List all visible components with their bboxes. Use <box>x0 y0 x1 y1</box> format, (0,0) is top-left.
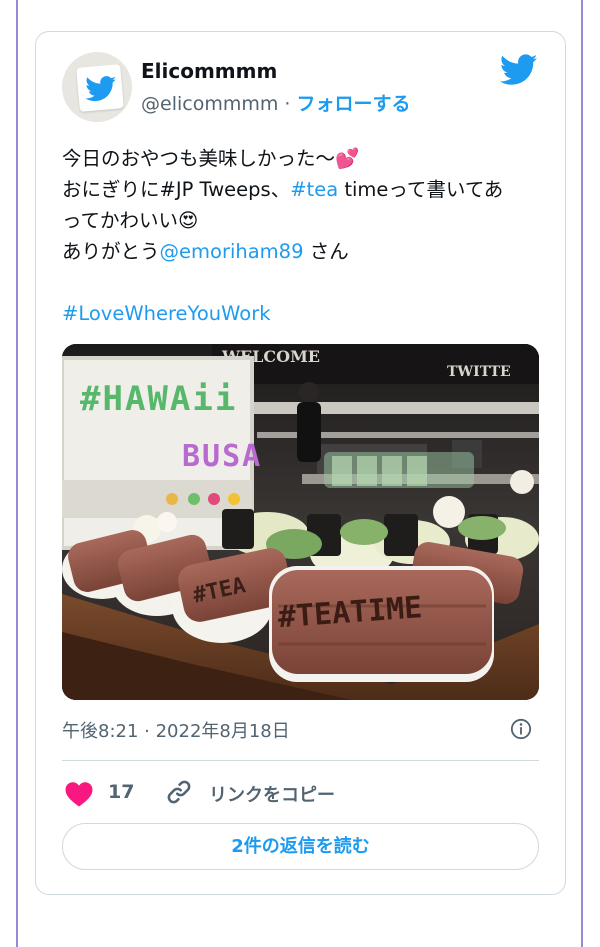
lightbox-line-2: BUSA <box>182 439 262 474</box>
page-rule-right <box>581 0 583 947</box>
follow-button[interactable]: フォローする <box>296 93 410 115</box>
tweet-text-line-4: ありがとう@emoriham89 さん <box>62 236 542 267</box>
heart-icon[interactable] <box>64 780 94 807</box>
tweet-text-line-2b: timeって書いてあ <box>338 178 504 201</box>
tweet-text-line-2a: おにぎりに#JP Tweeps、 <box>62 178 291 201</box>
tweet-photo[interactable]: WELCOME TWITTE #HAWAii BUSA #TEA #TEATIM… <box>62 344 539 700</box>
twitter-sign: TWITTE <box>447 364 511 380</box>
like-count[interactable]: 17 <box>108 781 134 803</box>
twitter-bird-icon[interactable] <box>500 54 538 86</box>
tweet-text-line-2: おにぎりに#JP Tweeps、#tea timeって書いてあ <box>62 174 542 205</box>
tweet-text-line-3: ってかわいい😍 <box>62 209 199 232</box>
tweet-text: 今日のおやつも美味しかった〜💕 おにぎりに#JP Tweeps、#tea tim… <box>62 143 542 329</box>
avatar[interactable] <box>62 52 132 122</box>
avatar-bird-icon <box>85 76 117 102</box>
link-icon[interactable] <box>165 778 193 806</box>
handle[interactable]: @elicommmm <box>141 93 278 115</box>
divider <box>62 760 539 761</box>
hashtag-tea-link[interactable]: #tea <box>290 178 338 201</box>
handle-line: @elicommmm · フォローする <box>141 89 411 116</box>
hashtag-lovewhereyouwork-link[interactable]: #LoveWhereYouWork <box>62 298 542 329</box>
tweet-text-line-4a: ありがとう <box>62 240 160 263</box>
timestamp[interactable]: 午後8:21 · 2022年8月18日 <box>62 717 290 743</box>
display-name[interactable]: Elicommmm <box>141 59 277 83</box>
tweet-text-line-1: 今日のおやつも美味しかった〜💕 <box>62 147 360 170</box>
lightbox-line-1: #HAWAii <box>80 379 237 419</box>
copy-link-button[interactable]: リンクをコピー <box>209 781 335 807</box>
page-rule-left <box>16 0 18 947</box>
handle-separator: · <box>278 93 297 115</box>
read-replies-button[interactable]: 2件の返信を読む <box>62 823 539 870</box>
info-icon[interactable] <box>510 718 532 740</box>
photo-illustration: WELCOME TWITTE #HAWAii BUSA #TEA #TEATIM… <box>62 344 539 700</box>
mention-link[interactable]: @emoriham89 <box>160 240 304 263</box>
tweet-text-line-4b: さん <box>303 240 349 263</box>
